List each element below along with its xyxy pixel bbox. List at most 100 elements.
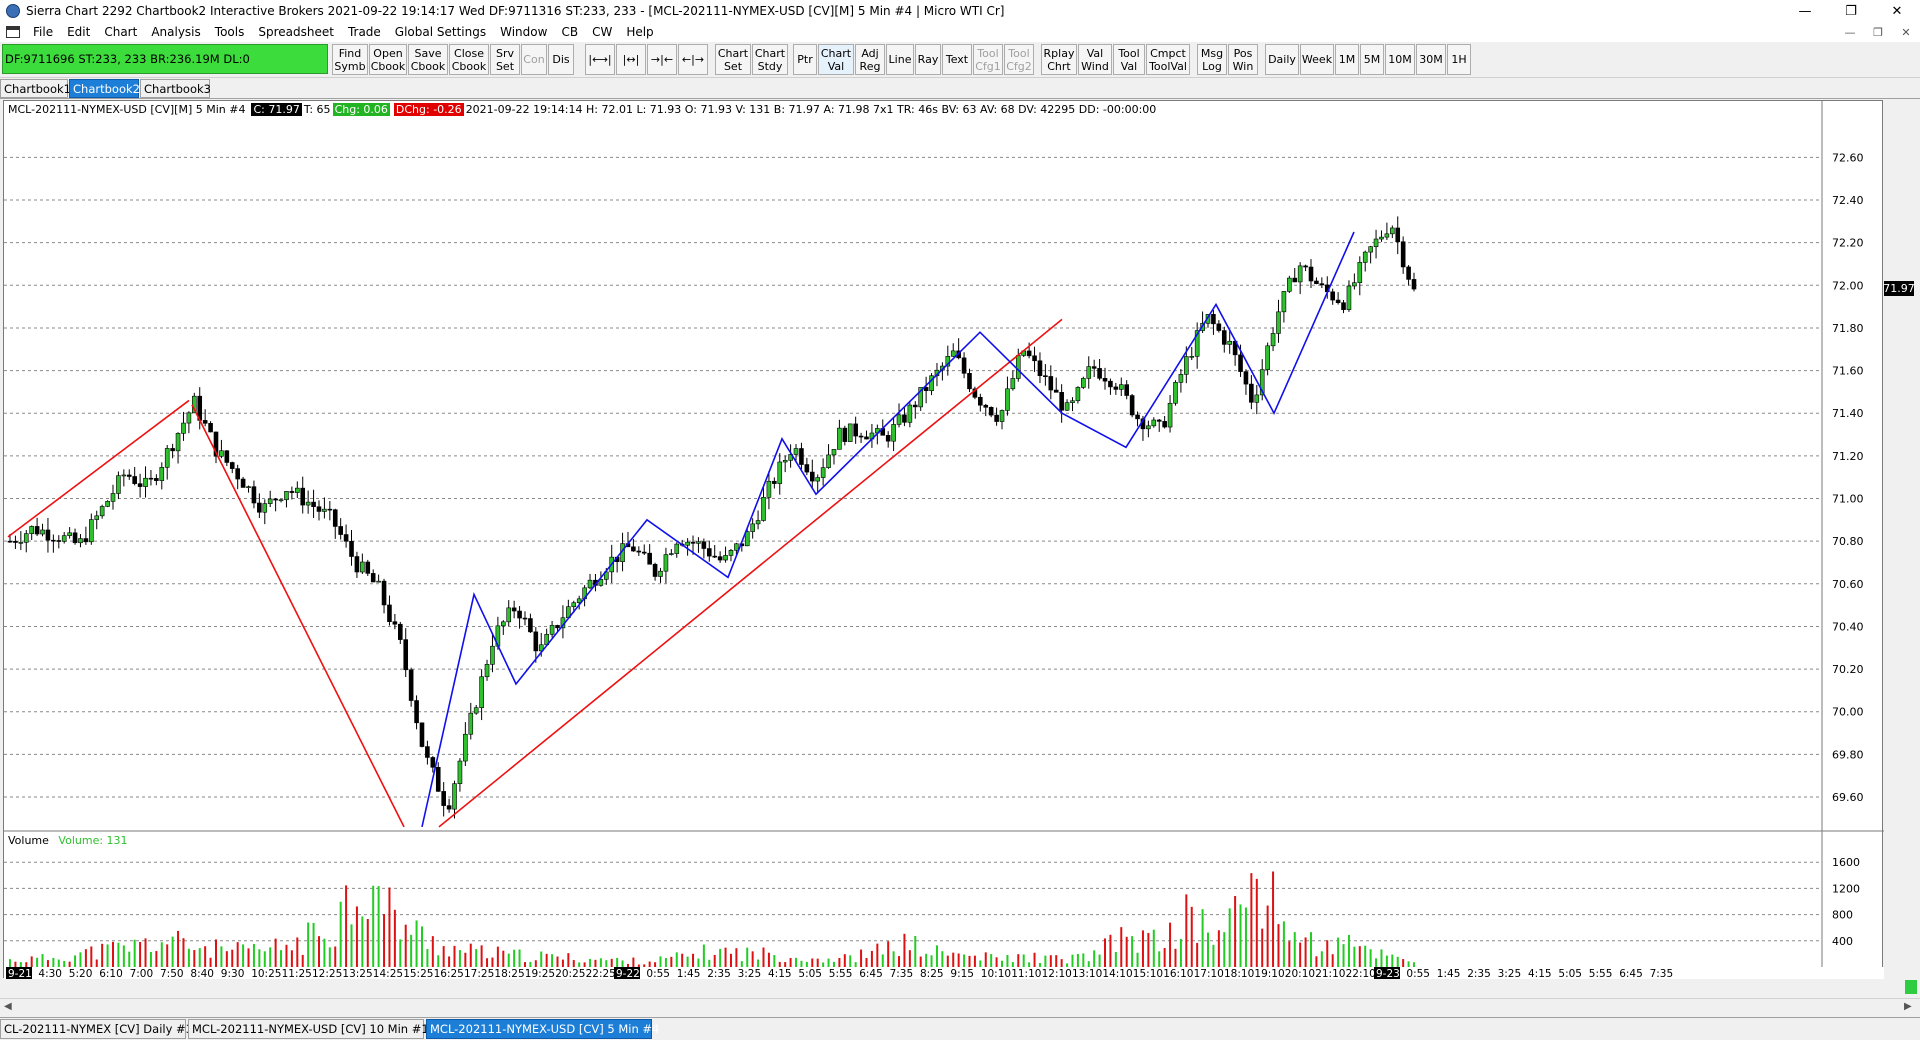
- candle-body: [1276, 311, 1281, 334]
- minimize-button[interactable]: —: [1782, 0, 1828, 22]
- candle-body: [89, 519, 94, 543]
- time-tick-label: 4:30: [38, 968, 62, 979]
- menu-analysis[interactable]: Analysis: [144, 25, 207, 39]
- mdi-close-button[interactable]: ✕: [1892, 22, 1920, 42]
- toolbar-button-week[interactable]: Week: [1300, 44, 1334, 75]
- toolbar-button-[interactable]: ←|→: [678, 44, 708, 75]
- chart-region[interactable]: 72.60 72.40 72.20 72.00 71.80 71.60 71.40 71.20…: [3, 100, 1884, 979]
- candle-body: [1384, 233, 1390, 238]
- toolbar-button-msg-log[interactable]: Msg Log: [1197, 44, 1227, 75]
- toolbar-button-30m[interactable]: 30M: [1416, 44, 1446, 75]
- candle-body: [631, 546, 636, 552]
- toolbar-button-dis[interactable]: Dis: [548, 44, 574, 75]
- time-tick-label: 17:25: [464, 968, 494, 979]
- candle-body: [967, 373, 972, 390]
- toolbar-button-pos-win[interactable]: Pos Win: [1228, 44, 1258, 75]
- toolbar-button-1h[interactable]: 1H: [1447, 44, 1471, 75]
- menu-trade[interactable]: Trade: [341, 25, 388, 39]
- toolbar-button-adj-reg[interactable]: Adj Reg: [855, 44, 885, 75]
- time-tick-label: 5:55: [1589, 968, 1613, 979]
- menu-file[interactable]: File: [26, 25, 60, 39]
- candle-body: [78, 538, 83, 544]
- time-tick-label: 11:25: [282, 968, 312, 979]
- toolbar-button-srv-set[interactable]: Srv Set: [490, 44, 520, 75]
- chartbook-tab-3[interactable]: Chartbook3: [140, 79, 211, 98]
- candle-body: [1287, 277, 1292, 292]
- toolbar-button-ray[interactable]: Ray: [915, 44, 941, 75]
- menu-tools[interactable]: Tools: [208, 25, 252, 39]
- candle-body: [398, 623, 403, 640]
- time-tick-label: 7:35: [890, 968, 914, 979]
- toolbar-button-10m[interactable]: 10M: [1385, 44, 1415, 75]
- candle-body: [809, 471, 815, 482]
- price-tick-label: 72.60: [1832, 151, 1864, 164]
- menu-help[interactable]: Help: [619, 25, 660, 39]
- toolbar-button-cmpct-toolval[interactable]: Cmpct ToolVal: [1146, 44, 1190, 75]
- toolbar-button-[interactable]: |⟷|: [585, 44, 615, 75]
- price-tick-label: 70.20: [1832, 663, 1864, 676]
- mdi-minimize-button[interactable]: —: [1836, 22, 1864, 42]
- candle-body: [332, 509, 338, 527]
- candle-body: [1341, 302, 1346, 310]
- scroll-left-icon[interactable]: ◀: [4, 1001, 12, 1012]
- candle-body: [1010, 378, 1016, 390]
- time-tick-label: 1:45: [1437, 968, 1461, 979]
- toolbar-button-1m[interactable]: 1M: [1335, 44, 1359, 75]
- instrument-tab-3[interactable]: MCL-202111-NYMEX-USD [CV] 5 Min #4: [426, 1019, 659, 1039]
- toolbar-button-save-cbook[interactable]: Save Cbook: [408, 44, 448, 75]
- instrument-tab-1[interactable]: CL-202111-NYMEX [CV] Daily #3: [0, 1019, 193, 1039]
- instrument-tab-2[interactable]: MCL-202111-NYMEX-USD [CV] 10 Min #1: [188, 1019, 429, 1039]
- menu-global-settings[interactable]: Global Settings: [388, 25, 493, 39]
- toolbar-button-ptr[interactable]: Ptr: [793, 44, 817, 75]
- chartbook-tab-1[interactable]: Chartbook1: [0, 79, 71, 98]
- candle-body: [40, 529, 45, 535]
- toolbar-button-close-cbook[interactable]: Close Cbook: [449, 44, 489, 75]
- menu-cw[interactable]: CW: [585, 25, 619, 39]
- candle-body: [506, 607, 512, 623]
- time-tick-label: 12:10: [1042, 968, 1072, 979]
- candle-body: [219, 450, 224, 457]
- toolbar-button-chart-stdy[interactable]: Chart Stdy: [752, 44, 788, 75]
- toolbar-button-chart-set[interactable]: Chart Set: [715, 44, 751, 75]
- time-tick-label: 9:15: [950, 968, 974, 979]
- toolbar-button-open-cbook[interactable]: Open Cbook: [369, 44, 407, 75]
- candle-body: [674, 543, 680, 554]
- toolbar-button-tool-val[interactable]: Tool Val: [1113, 44, 1145, 75]
- candle-body: [170, 448, 175, 452]
- menu-spreadsheet[interactable]: Spreadsheet: [251, 25, 341, 39]
- chartbook-tab-2[interactable]: Chartbook2: [69, 79, 140, 98]
- candle-body: [132, 476, 137, 484]
- maximize-button[interactable]: ❐: [1828, 0, 1874, 22]
- menu-edit[interactable]: Edit: [60, 25, 97, 39]
- toolbar-button-[interactable]: →|←: [647, 44, 677, 75]
- toolbar-button-chart-val[interactable]: Chart Val: [818, 44, 854, 75]
- horizontal-scrollbar[interactable]: ◀ ▶: [0, 998, 1920, 1015]
- menu-chart[interactable]: Chart: [97, 25, 144, 39]
- candle-body: [34, 526, 40, 535]
- chart-canvas[interactable]: 72.60 72.40 72.20 72.00 71.80 71.60 71.40 71.20…: [4, 101, 1884, 979]
- menu-cb[interactable]: CB: [554, 25, 585, 39]
- candle-body: [701, 541, 707, 549]
- candle-body: [1015, 355, 1021, 379]
- time-tick-label: 18:25: [494, 968, 524, 979]
- scroll-right-icon[interactable]: ▶: [1904, 1001, 1912, 1012]
- candle-body: [284, 491, 289, 501]
- time-tick-label: 1:45: [677, 968, 701, 979]
- toolbar-button-rplay-chrt[interactable]: Rplay Chrt: [1041, 44, 1077, 75]
- menu-window[interactable]: Window: [493, 25, 554, 39]
- toolbar-button-val-wind[interactable]: Val Wind: [1078, 44, 1112, 75]
- close-button[interactable]: ✕: [1874, 0, 1920, 22]
- candle-body: [1162, 421, 1167, 428]
- toolbar-button-daily[interactable]: Daily: [1265, 44, 1299, 75]
- mdi-window-icon[interactable]: [6, 26, 20, 38]
- candle-body: [387, 604, 392, 622]
- toolbar-button-[interactable]: |↔|: [616, 44, 646, 75]
- candle-body: [1373, 238, 1379, 247]
- candle-body: [322, 508, 327, 512]
- mdi-restore-button[interactable]: ❐: [1864, 22, 1892, 42]
- toolbar-button-text[interactable]: Text: [942, 44, 972, 75]
- toolbar-button-line[interactable]: Line: [886, 44, 914, 75]
- toolbar-button-5m[interactable]: 5M: [1360, 44, 1384, 75]
- time-tick-label: 18:10: [1224, 968, 1254, 979]
- toolbar-button-find-symb[interactable]: Find Symb: [332, 44, 368, 75]
